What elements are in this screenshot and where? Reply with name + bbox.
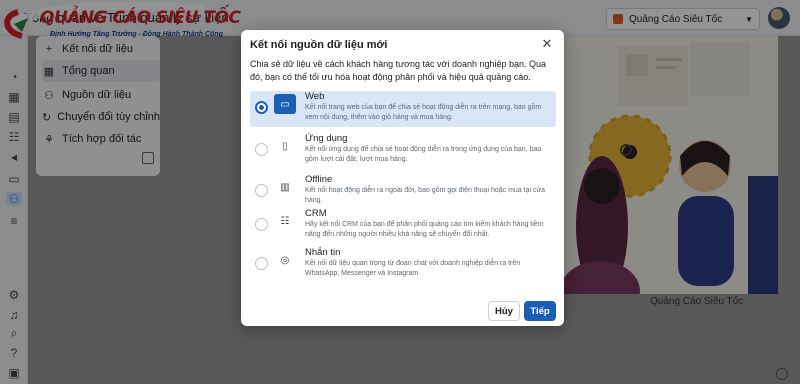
close-icon[interactable]: ✕ (540, 37, 554, 51)
dialog-description: Chia sẻ dữ liệu về cách khách hàng tương… (250, 59, 547, 82)
option-title: Offline (305, 174, 333, 185)
option-description: Kết nối hoạt động diễn ra ngoài đời, bao… (305, 187, 546, 204)
store-icon: ▥ (280, 181, 290, 193)
option-description: Hãy kết nối CRM của bạn để phân phối quả… (305, 221, 544, 238)
cancel-button[interactable]: Hủy (488, 301, 520, 321)
dialog-title: Kết nối nguồn dữ liệu mới (250, 39, 388, 51)
mobile-icon: ▯ (282, 140, 288, 152)
option-description: Kết nối trang web của bạn để chia sẻ hoạ… (305, 104, 542, 121)
option-app[interactable]: ▯ Ứng dụng Kết nối ứng dụng để chia sẻ h… (250, 133, 556, 169)
next-button[interactable]: Tiếp (524, 301, 556, 321)
laptop-icon: ▭ (274, 94, 296, 114)
crm-icon: ☷ (280, 215, 290, 227)
radio-app[interactable] (255, 143, 268, 156)
option-crm[interactable]: ☷ CRM Hãy kết nối CRM của bạn để phân ph… (250, 208, 556, 244)
option-title: Nhắn tin (305, 247, 341, 258)
option-offline[interactable]: ▥ Offline Kết nối hoạt động diễn ra ngoà… (250, 174, 556, 210)
radio-crm[interactable] (255, 218, 268, 231)
option-web[interactable]: ▭ Web Kết nối trang web của bạn để chia … (250, 91, 556, 127)
chat-icon: ◎ (280, 254, 290, 266)
option-messaging[interactable]: ◎ Nhắn tin Kết nối dữ liệu quan trọng từ… (250, 247, 556, 283)
option-description: Kết nối dữ liệu quan trọng từ đoạn chat … (305, 260, 521, 277)
radio-messaging[interactable] (255, 257, 268, 270)
connect-data-source-dialog: Kết nối nguồn dữ liệu mới ✕ Chia sẻ dữ l… (241, 30, 564, 326)
option-title: Ứng dụng (305, 133, 348, 144)
option-title: CRM (305, 208, 327, 219)
option-title: Web (305, 91, 325, 102)
radio-web[interactable] (255, 101, 268, 114)
option-description: Kết nối ứng dụng để chia sẻ hoạt động di… (305, 146, 542, 163)
radio-offline[interactable] (255, 184, 268, 197)
